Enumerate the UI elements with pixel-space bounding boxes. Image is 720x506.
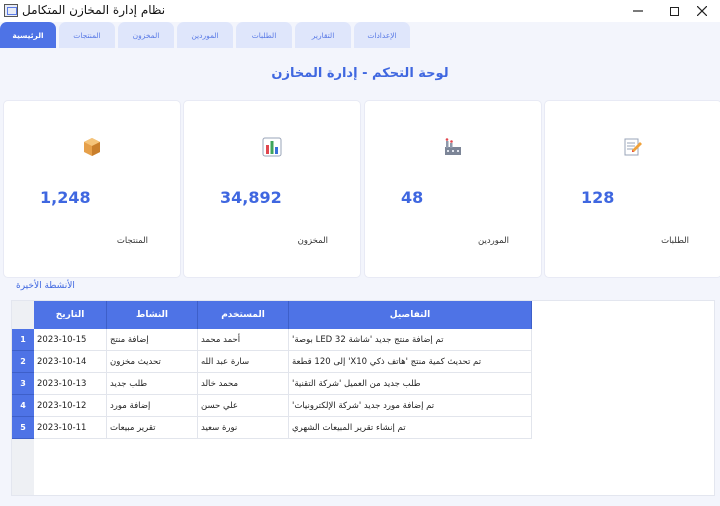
card-value: 34,892 xyxy=(220,188,282,207)
row-number[interactable]: 2 xyxy=(12,351,34,373)
cell-user[interactable]: علي حسن xyxy=(198,395,289,417)
card-value: 1,248 xyxy=(40,188,91,207)
cell-date[interactable]: 2023-10-12 xyxy=(34,395,107,417)
cell-details[interactable]: تم إضافة مورد جديد 'شركة الإلكترونيات' xyxy=(289,395,532,417)
tab-products[interactable]: المنتجات xyxy=(59,22,115,48)
card-value: 128 xyxy=(581,188,615,207)
minimize-button[interactable] xyxy=(620,0,656,22)
card-label: الطلبات xyxy=(661,236,689,246)
column-header-activity[interactable]: النشاط xyxy=(107,301,198,329)
window-title: نظام إدارة المخازن المتكامل xyxy=(22,3,166,17)
row-number[interactable]: 1 xyxy=(12,329,34,351)
recent-activity-label: الأنشطة الأخيرة xyxy=(16,281,75,291)
bar-chart-icon xyxy=(262,137,282,157)
cell-details[interactable]: طلب جديد من العميل 'شركة التقنية' xyxy=(289,373,532,395)
column-header-date[interactable]: التاريخ xyxy=(34,301,107,329)
tab-inventory[interactable]: المخزون xyxy=(118,22,174,48)
tab-settings[interactable]: الإعدادات xyxy=(354,22,410,48)
card-label: الموردين xyxy=(478,236,509,246)
column-header-user[interactable]: المستخدم xyxy=(198,301,289,329)
cell-activity[interactable]: تحديث مخزون xyxy=(107,351,198,373)
factory-icon xyxy=(445,138,461,155)
app-icon xyxy=(4,4,18,17)
cell-date[interactable]: 2023-10-14 xyxy=(34,351,107,373)
minimize-icon xyxy=(633,10,643,12)
cell-details[interactable]: تم إنشاء تقرير المبيعات الشهري xyxy=(289,417,532,439)
cell-user[interactable]: أحمد محمد xyxy=(198,329,289,351)
cell-activity[interactable]: إضافة مورد xyxy=(107,395,198,417)
card-label: المخزون xyxy=(297,236,328,246)
page-title: لوحة التحكم - إدارة المخازن xyxy=(271,66,449,81)
cell-user[interactable]: محمد خالد xyxy=(198,373,289,395)
maximize-icon xyxy=(669,6,679,16)
stat-card-suppliers: 48 الموردين xyxy=(365,101,541,277)
tab-home[interactable]: الرئيسية xyxy=(0,22,56,48)
stat-card-orders: 128 الطلبات xyxy=(545,101,720,277)
package-icon xyxy=(84,138,100,156)
cell-date[interactable]: 2023-10-11 xyxy=(34,417,107,439)
stat-card-products: 1,248 المنتجات xyxy=(4,101,180,277)
activity-table[interactable]: التاريخ النشاط المستخدم التفاصيل 1 2023-… xyxy=(11,300,715,496)
cell-details[interactable]: تم إضافة منتج جديد 'شاشة LED 32 بوصة' xyxy=(289,329,532,351)
memo-icon xyxy=(624,138,642,156)
close-button[interactable] xyxy=(684,0,720,22)
card-value: 48 xyxy=(401,188,424,207)
cell-activity[interactable]: تقرير مبيعات xyxy=(107,417,198,439)
table-corner[interactable] xyxy=(12,301,34,329)
cell-user[interactable]: سارة عبد الله xyxy=(198,351,289,373)
card-label: المنتجات xyxy=(116,236,148,246)
cell-user[interactable]: نورة سعيد xyxy=(198,417,289,439)
close-icon xyxy=(697,6,707,16)
tab-orders[interactable]: الطلبات xyxy=(236,22,292,48)
cell-activity[interactable]: طلب جديد xyxy=(107,373,198,395)
row-number[interactable]: 3 xyxy=(12,373,34,395)
cell-date[interactable]: 2023-10-15 xyxy=(34,329,107,351)
tab-reports[interactable]: التقارير xyxy=(295,22,351,48)
title-bar: نظام إدارة المخازن المتكامل xyxy=(0,0,720,22)
cell-activity[interactable]: إضافة منتج xyxy=(107,329,198,351)
tab-bar: الرئيسية المنتجات المخزون الموردين الطلب… xyxy=(0,22,720,50)
cell-details[interactable]: تم تحديث كمية منتج 'هاتف ذكي X10' إلى 12… xyxy=(289,351,532,373)
tab-suppliers[interactable]: الموردين xyxy=(177,22,233,48)
cell-date[interactable]: 2023-10-13 xyxy=(34,373,107,395)
stat-card-inventory: 34,892 المخزون xyxy=(184,101,360,277)
row-number[interactable]: 4 xyxy=(12,395,34,417)
column-header-details[interactable]: التفاصيل xyxy=(289,301,532,329)
row-number[interactable]: 5 xyxy=(12,417,34,439)
